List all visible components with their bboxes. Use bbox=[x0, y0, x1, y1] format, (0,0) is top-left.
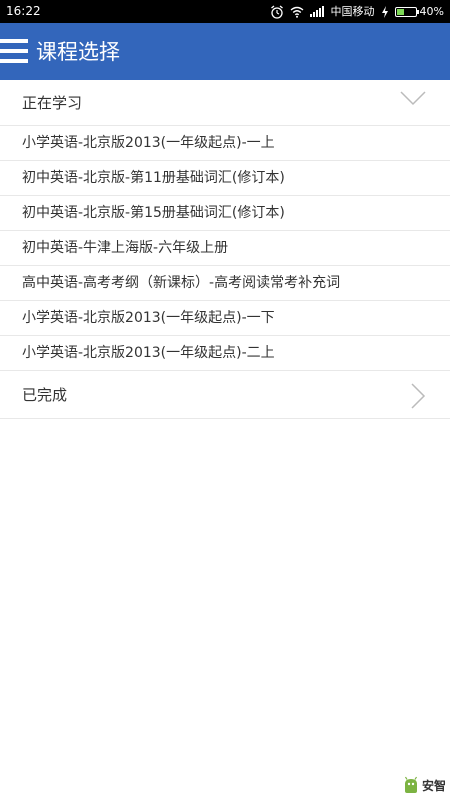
wifi-icon bbox=[290, 6, 303, 18]
course-label: 初中英语-北京版-第11册基础词汇(修订本) bbox=[22, 170, 285, 186]
course-list: 正在学习 小学英语-北京版2013(一年级起点)-一上 初中英语-北京版-第11… bbox=[0, 80, 450, 419]
course-label: 小学英语-北京版2013(一年级起点)-一上 bbox=[22, 135, 275, 151]
course-item[interactable]: 小学英语-北京版2013(一年级起点)-一下 bbox=[0, 301, 450, 336]
status-bar: 16:22 中国移动 40% bbox=[0, 0, 450, 23]
menu-icon[interactable] bbox=[0, 39, 28, 63]
course-label: 小学英语-北京版2013(一年级起点)-一下 bbox=[22, 310, 275, 326]
course-label: 初中英语-北京版-第15册基础词汇(修订本) bbox=[22, 205, 285, 221]
app-bar: 课程选择 bbox=[0, 23, 450, 80]
watermark-text: 安智 bbox=[421, 778, 446, 793]
course-item[interactable]: 高中英语-高考考纲（新课标）-高考阅读常考补充词 bbox=[0, 266, 450, 301]
watermark: 安智 bbox=[402, 774, 446, 796]
course-item[interactable]: 初中英语-牛津上海版-六年级上册 bbox=[0, 231, 450, 266]
section-label: 正在学习 bbox=[22, 94, 83, 112]
course-label: 高中英语-高考考纲（新课标）-高考阅读常考补充词 bbox=[22, 275, 341, 291]
course-label: 初中英语-牛津上海版-六年级上册 bbox=[22, 240, 229, 256]
course-label: 小学英语-北京版2013(一年级起点)-二上 bbox=[22, 345, 275, 361]
section-label: 已完成 bbox=[22, 386, 68, 404]
chevron-down-icon bbox=[400, 91, 426, 106]
battery-level-fill bbox=[396, 8, 404, 15]
carrier-name: 中国移动 bbox=[330, 5, 375, 18]
section-header-in-progress[interactable]: 正在学习 bbox=[0, 80, 450, 126]
section-header-completed[interactable]: 已完成 bbox=[0, 371, 450, 419]
battery-percent: 40% bbox=[419, 5, 444, 18]
anzhi-logo-icon bbox=[404, 776, 417, 793]
page-title: 课程选择 bbox=[36, 40, 120, 64]
course-item[interactable]: 小学英语-北京版2013(一年级起点)-一上 bbox=[0, 126, 450, 161]
course-item[interactable]: 初中英语-北京版-第11册基础词汇(修订本) bbox=[0, 161, 450, 196]
course-item[interactable]: 初中英语-北京版-第15册基础词汇(修订本) bbox=[0, 196, 450, 231]
signal-icon bbox=[309, 6, 324, 17]
alarm-icon bbox=[270, 4, 283, 19]
course-item[interactable]: 小学英语-北京版2013(一年级起点)-二上 bbox=[0, 336, 450, 371]
battery-icon bbox=[394, 6, 419, 17]
chevron-right-icon bbox=[411, 383, 426, 409]
status-icons: 中国移动 40% bbox=[264, 3, 444, 20]
charging-icon bbox=[381, 5, 388, 18]
status-time: 16:22 bbox=[6, 4, 41, 18]
